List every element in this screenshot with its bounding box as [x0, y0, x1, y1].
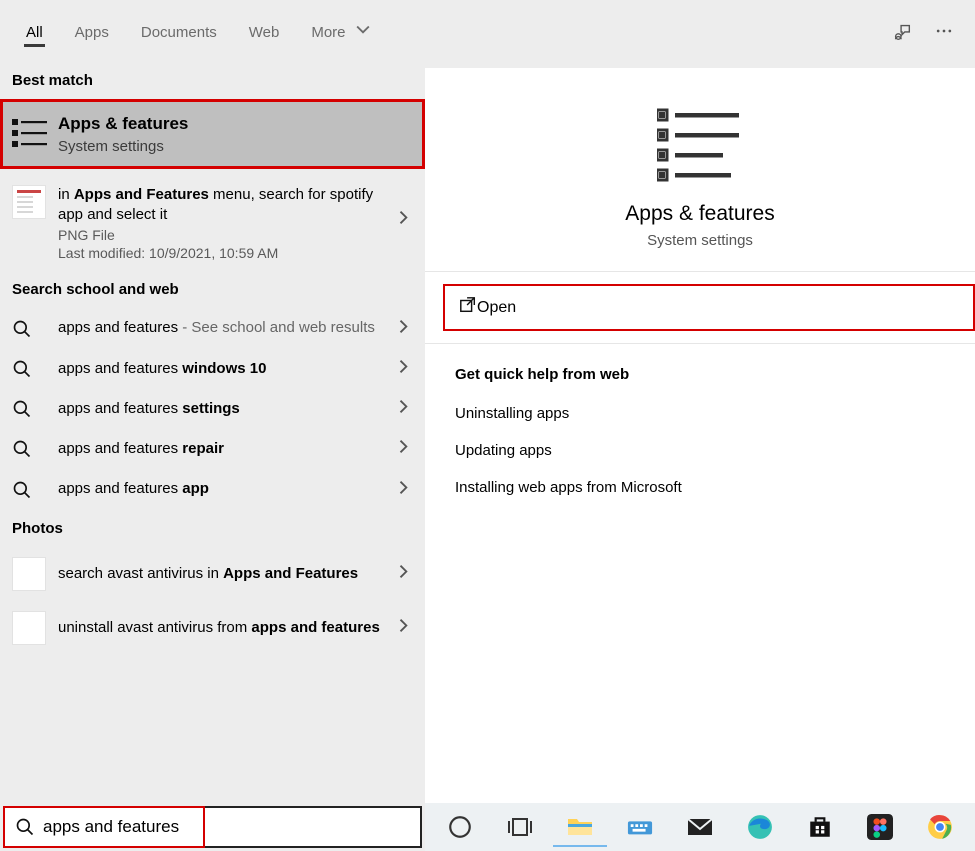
chevron-right-icon — [397, 211, 411, 230]
preview-subtitle: System settings — [425, 232, 975, 249]
chevron-right-icon — [397, 564, 411, 583]
open-label: Open — [477, 299, 516, 317]
help-link-installing[interactable]: Installing web apps from Microsoft — [425, 469, 975, 506]
result-file[interactable]: in Apps and Features menu, search for sp… — [0, 169, 425, 272]
search-bar — [0, 803, 425, 851]
result-title: apps and features repair — [58, 439, 385, 459]
result-web[interactable]: apps and features - See school and web r… — [0, 308, 425, 348]
more-options-icon[interactable] — [923, 10, 965, 52]
feedback-icon[interactable] — [881, 10, 923, 52]
file-type: PNG File — [58, 227, 385, 243]
result-title: apps and features settings — [58, 399, 385, 419]
result-web[interactable]: apps and features settings — [0, 389, 425, 429]
search-icon — [12, 359, 32, 379]
tab-all[interactable]: All — [10, 6, 59, 57]
tab-more-label: More — [311, 24, 345, 41]
chevron-right-icon — [397, 359, 411, 378]
search-input[interactable] — [43, 808, 420, 846]
tab-documents[interactable]: Documents — [125, 6, 233, 57]
taskbar-cortana-icon[interactable] — [433, 807, 487, 847]
apps-features-list-icon — [12, 117, 58, 151]
result-title: apps and features - See school and web r… — [58, 318, 385, 338]
taskbar-figma-icon[interactable] — [853, 807, 907, 847]
result-photo[interactable]: uninstall avast antivirus from apps and … — [0, 601, 425, 655]
photo-thumbnail-icon — [12, 557, 46, 591]
taskbar-store-icon[interactable] — [793, 807, 847, 847]
preview-panel: Apps & features System settings Open Get… — [425, 68, 975, 851]
taskbar-chrome-icon[interactable] — [913, 807, 967, 847]
taskbar-mail-icon[interactable] — [673, 807, 727, 847]
result-title: apps and features windows 10 — [58, 359, 385, 379]
result-title: Apps & features — [58, 113, 385, 136]
file-thumbnail-icon — [12, 185, 46, 219]
tab-more[interactable]: More — [295, 5, 385, 57]
file-modified: Last modified: 10/9/2021, 10:59 AM — [58, 245, 385, 261]
section-school-web: Search school and web — [0, 271, 425, 308]
section-best-match: Best match — [0, 62, 425, 99]
search-icon — [12, 319, 32, 339]
taskbar-file-explorer-icon[interactable] — [553, 807, 607, 847]
search-icon — [12, 439, 32, 459]
preview-title: Apps & features — [425, 202, 975, 226]
search-icon — [12, 399, 32, 419]
search-filter-tabs: All Apps Documents Web More — [0, 0, 975, 62]
taskbar-keyboard-icon[interactable] — [613, 807, 667, 847]
section-photos: Photos — [0, 510, 425, 547]
chevron-right-icon — [397, 400, 411, 419]
photo-thumbnail-icon — [12, 611, 46, 645]
chevron-right-icon — [397, 480, 411, 499]
apps-features-large-icon — [425, 86, 975, 194]
result-title: apps and features app — [58, 479, 385, 499]
result-web[interactable]: apps and features windows 10 — [0, 349, 425, 389]
help-link-updating[interactable]: Updating apps — [425, 432, 975, 469]
help-header: Get quick help from web — [425, 344, 975, 395]
chevron-right-icon — [397, 319, 411, 338]
search-icon — [15, 817, 35, 837]
search-results-panel: Best match Apps & features System settin… — [0, 62, 425, 851]
result-photo[interactable]: search avast antivirus in Apps and Featu… — [0, 547, 425, 601]
result-title: in Apps and Features menu, search for sp… — [58, 185, 385, 226]
tab-apps[interactable]: Apps — [59, 6, 125, 57]
tab-web[interactable]: Web — [233, 6, 296, 57]
result-web[interactable]: apps and features repair — [0, 429, 425, 469]
help-link-uninstalling[interactable]: Uninstalling apps — [425, 395, 975, 432]
result-title: search avast antivirus in Apps and Featu… — [58, 564, 385, 584]
result-title: uninstall avast antivirus from apps and … — [58, 618, 385, 638]
chevron-right-icon — [397, 440, 411, 459]
chevron-right-icon — [397, 618, 411, 637]
chevron-down-icon — [356, 24, 370, 41]
result-best-match[interactable]: Apps & features System settings — [0, 99, 425, 169]
taskbar — [425, 803, 975, 851]
result-subtitle: System settings — [58, 138, 385, 155]
taskbar-taskview-icon[interactable] — [493, 807, 547, 847]
open-icon — [459, 296, 477, 319]
open-button[interactable]: Open — [443, 284, 975, 331]
search-icon — [12, 480, 32, 500]
result-web[interactable]: apps and features app — [0, 469, 425, 509]
taskbar-edge-icon[interactable] — [733, 807, 787, 847]
